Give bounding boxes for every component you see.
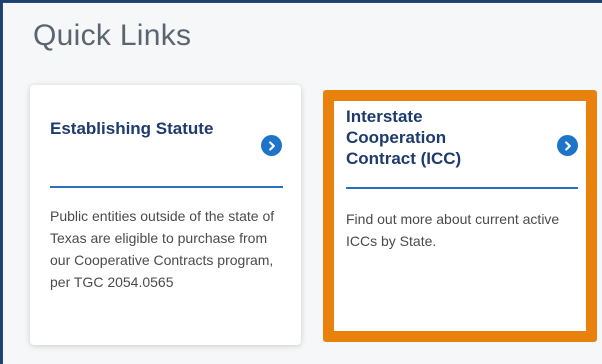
quick-links-panel: Quick Links Establishing Statute Public … [2,2,602,364]
section-title: Quick Links [33,19,192,52]
chevron-right-circle-icon[interactable] [261,135,282,156]
card-description: Find out more about current active ICCs … [346,211,560,249]
card-interstate-cooperation-contract[interactable]: Interstate Cooperation Contract (ICC) Fi… [323,90,597,342]
card-establishing-statute[interactable]: Establishing Statute Public entities out… [30,85,301,345]
card-divider [346,187,578,189]
chevron-right-circle-icon[interactable] [557,135,578,156]
card-title[interactable]: Establishing Statute [50,118,220,139]
card-divider [50,186,283,188]
card-title[interactable]: Interstate Cooperation Contract (ICC) [346,106,496,169]
card-description: Public entities outside of the state of … [50,208,275,290]
